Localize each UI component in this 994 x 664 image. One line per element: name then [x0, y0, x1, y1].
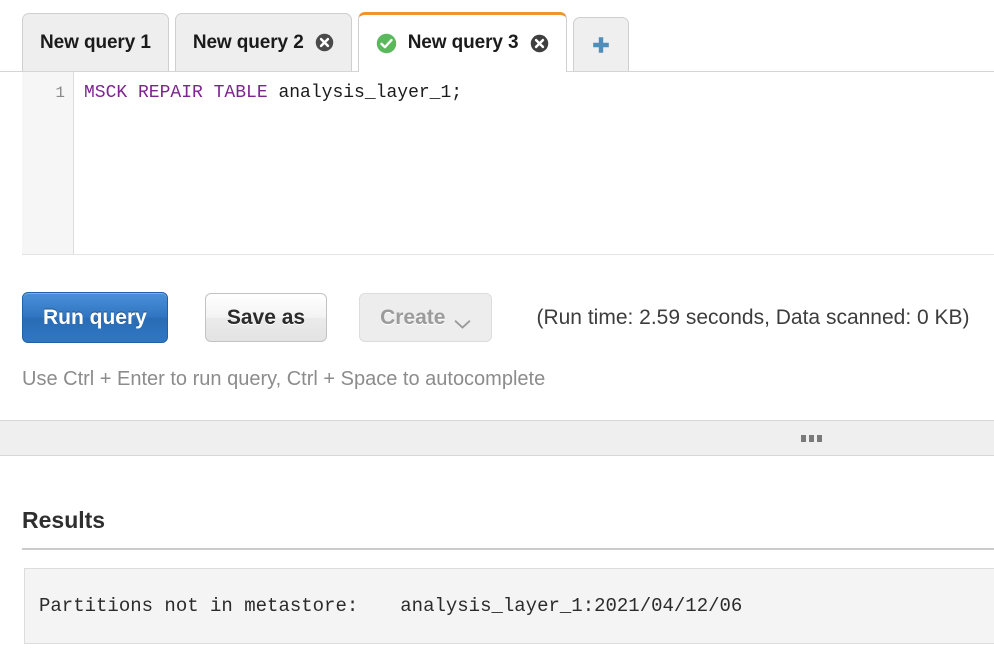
- create-dropdown-button[interactable]: Create: [359, 293, 493, 342]
- panel-splitter[interactable]: [0, 420, 994, 456]
- table-row[interactable]: Partitions not in metastore: analysis_la…: [24, 568, 994, 644]
- save-as-button[interactable]: Save as: [204, 293, 328, 342]
- chevron-down-icon: [454, 312, 471, 329]
- query-run-info: (Run time: 2.59 seconds, Data scanned: 0…: [536, 305, 970, 329]
- tab-new-query-1[interactable]: New query 1: [22, 13, 169, 71]
- success-check-icon: [376, 33, 397, 54]
- run-query-label: Run query: [43, 305, 147, 329]
- results-divider: [22, 548, 994, 550]
- tab-label: New query 3: [407, 32, 519, 53]
- save-as-label: Save as: [226, 305, 306, 329]
- sql-identifier: analysis_layer_1;: [267, 83, 463, 103]
- tab-label: New query 1: [40, 31, 151, 53]
- editor-line-number-gutter: 1: [22, 72, 74, 254]
- close-icon[interactable]: [530, 34, 549, 53]
- result-cell-partition: analysis_layer_1:2021/04/12/06: [400, 595, 743, 617]
- tab-new-query-3[interactable]: New query 3: [357, 12, 567, 72]
- result-cell-message: Partitions not in metastore:: [39, 595, 359, 617]
- create-label: Create: [380, 305, 446, 329]
- new-query-tab-button[interactable]: [572, 17, 629, 71]
- query-action-toolbar: Run query Save as Create (Run time: 2.59…: [22, 292, 970, 343]
- editor-shortcut-hint: Use Ctrl + Enter to run query, Ctrl + Sp…: [22, 368, 546, 390]
- close-icon[interactable]: [315, 33, 334, 52]
- editor-code-area[interactable]: MSCK REPAIR TABLE analysis_layer_1;: [74, 72, 994, 254]
- results-heading: Results: [22, 507, 106, 533]
- tab-label: New query 2: [192, 31, 304, 53]
- line-number: 1: [55, 84, 65, 102]
- query-tab-strip: New query 1 New query 2 New query 3: [0, 0, 994, 72]
- grip-dots-icon[interactable]: [800, 434, 822, 442]
- sql-editor[interactable]: 1 MSCK REPAIR TABLE analysis_layer_1;: [22, 72, 994, 255]
- tab-new-query-2[interactable]: New query 2: [174, 13, 352, 71]
- run-query-button[interactable]: Run query: [22, 292, 168, 343]
- plus-icon: [590, 34, 612, 56]
- sql-keywords: MSCK REPAIR TABLE: [84, 83, 268, 103]
